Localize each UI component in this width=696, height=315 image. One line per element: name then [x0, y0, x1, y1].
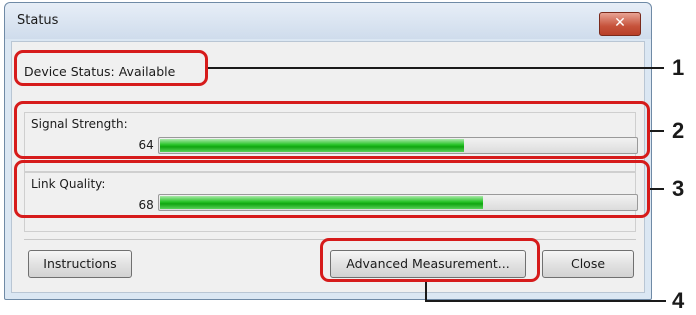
callout-box-2: [14, 101, 650, 159]
title-bar: Status ✕: [5, 3, 651, 39]
callout-number-1: 1: [672, 55, 685, 80]
dialog-title: Status: [17, 13, 59, 28]
instructions-button[interactable]: Instructions: [28, 250, 132, 278]
callout-box-4: [320, 238, 540, 282]
close-icon: ✕: [614, 15, 626, 31]
leader-line-2: [650, 130, 664, 132]
leader-line-4-vertical: [425, 282, 427, 302]
callout-box-3: [14, 160, 650, 218]
callout-box-1: [14, 50, 208, 86]
leader-line-1: [208, 67, 664, 69]
callout-number-3: 3: [672, 176, 685, 201]
callout-number-2: 2: [672, 118, 685, 143]
callout-number-4: 4: [672, 288, 685, 313]
close-button[interactable]: Close: [542, 250, 634, 278]
leader-line-3: [650, 188, 664, 190]
window-close-button[interactable]: ✕: [599, 12, 641, 36]
leader-line-4-horizontal: [425, 300, 666, 302]
